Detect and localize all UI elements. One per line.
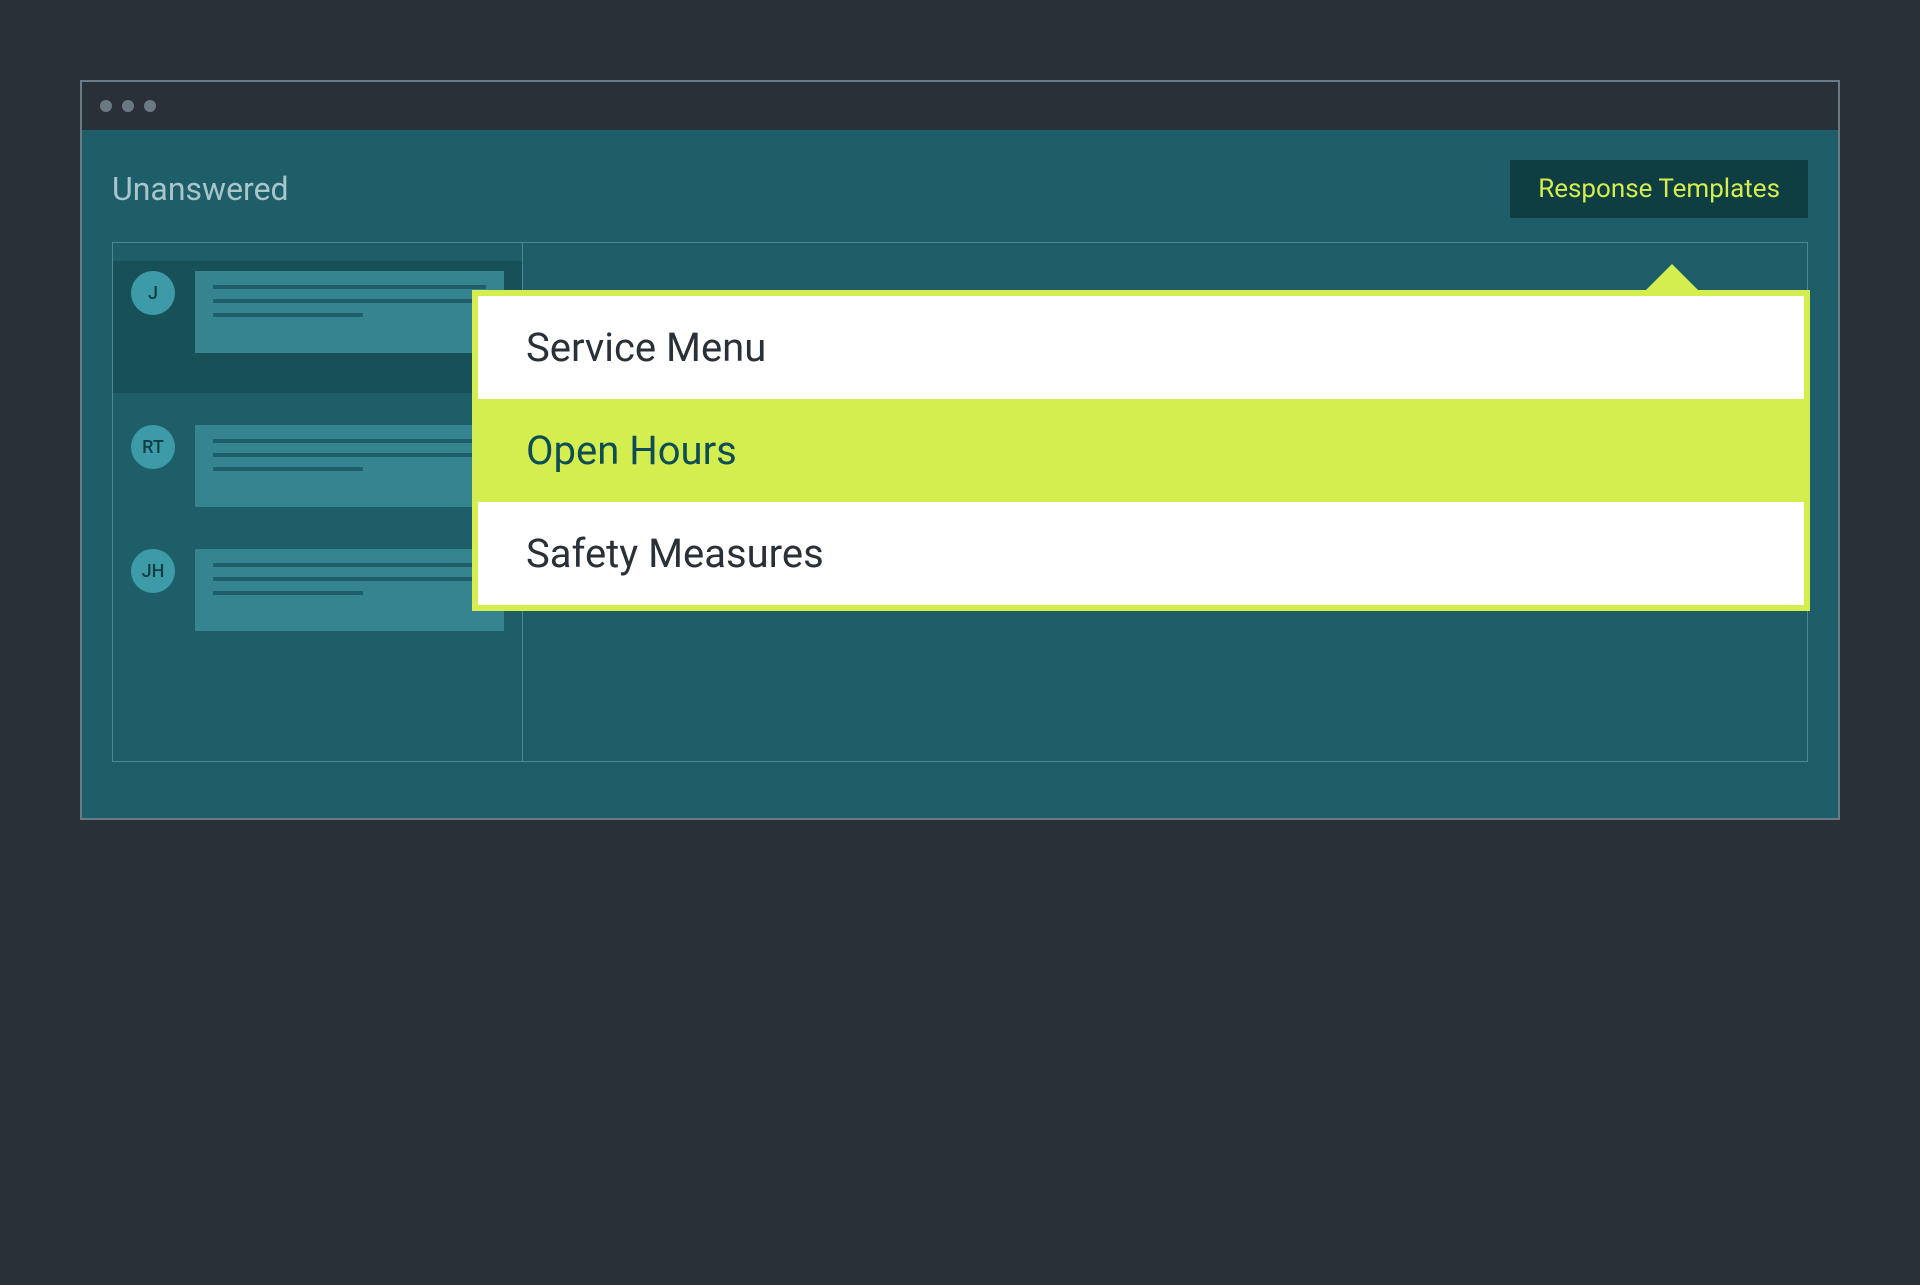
message-preview [195, 549, 504, 631]
avatar: J [131, 271, 175, 315]
message-item[interactable]: J [113, 261, 522, 393]
preview-line [213, 577, 486, 581]
dropdown-arrow-icon [1644, 264, 1700, 292]
preview-line [213, 439, 486, 443]
message-item[interactable]: JH [131, 539, 504, 641]
preview-line [213, 299, 486, 303]
avatar: JH [131, 549, 175, 593]
message-list-panel: J RT [113, 243, 523, 761]
app-content: Unanswered Response Templates J RT [82, 130, 1838, 818]
response-templates-button[interactable]: Response Templates [1510, 160, 1808, 218]
header-row: Unanswered Response Templates [112, 160, 1808, 218]
browser-window: Unanswered Response Templates J RT [80, 80, 1840, 820]
message-item[interactable]: RT [131, 415, 504, 517]
preview-line [213, 467, 363, 471]
template-option-open-hours[interactable]: Open Hours [478, 399, 1804, 502]
preview-line [213, 285, 486, 289]
window-control-dot[interactable] [100, 100, 112, 112]
preview-line [213, 453, 486, 457]
templates-dropdown: Service Menu Open Hours Safety Measures [472, 290, 1810, 611]
message-preview [195, 271, 504, 353]
preview-line [213, 591, 363, 595]
browser-chrome [82, 82, 1838, 130]
preview-line [213, 563, 486, 567]
window-control-dot[interactable] [122, 100, 134, 112]
template-option-safety-measures[interactable]: Safety Measures [478, 502, 1804, 605]
avatar: RT [131, 425, 175, 469]
message-preview [195, 425, 504, 507]
template-option-service-menu[interactable]: Service Menu [478, 296, 1804, 399]
window-control-dot[interactable] [144, 100, 156, 112]
page-title: Unanswered [112, 170, 289, 208]
preview-line [213, 313, 363, 317]
